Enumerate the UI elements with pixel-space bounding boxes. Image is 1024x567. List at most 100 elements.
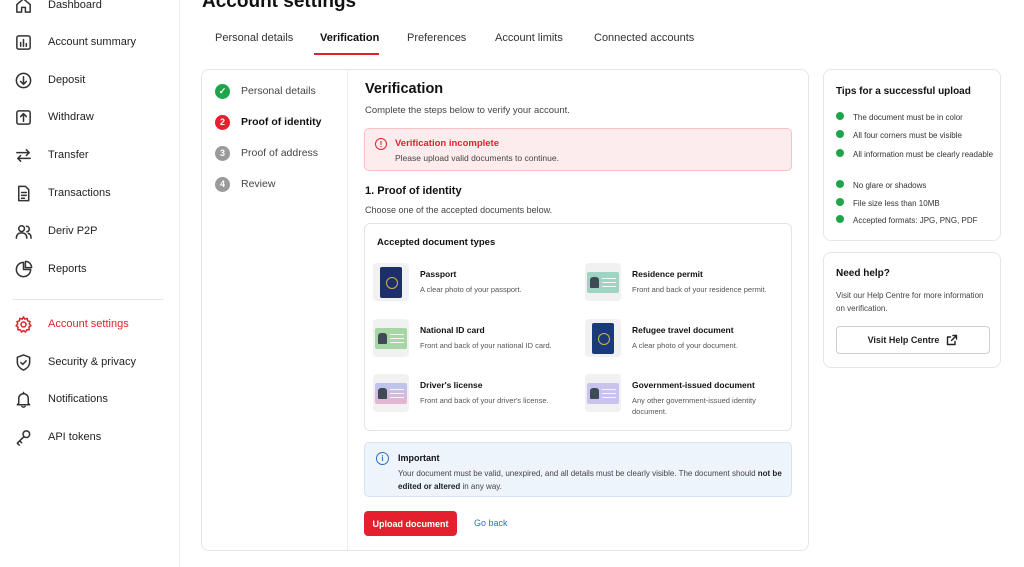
alert-message: Please upload valid documents to continu…	[395, 153, 559, 163]
check-icon	[836, 149, 844, 157]
alert-title: Verification incomplete	[395, 138, 499, 149]
verification-title: Verification	[365, 81, 444, 97]
document-description: A clear photo of your document.	[632, 341, 738, 350]
important-text-end: in any way.	[460, 482, 502, 491]
gear-icon	[13, 314, 33, 334]
sidebar-item-security-privacy[interactable]: Security & privacy	[0, 347, 180, 377]
step-review[interactable]: 4 Review	[215, 175, 275, 193]
sidebar-item-account-summary[interactable]: Account summary	[0, 27, 180, 57]
sidebar-item-label: Transfer	[48, 149, 89, 161]
tip-text: The document must be in color	[853, 113, 963, 122]
verification-card: ✓ Personal details 2 Proof of identity 3…	[201, 69, 809, 551]
document-description: Any other government-issued identity doc…	[632, 396, 756, 416]
document-option-national-id[interactable]: National ID card Front and back of your …	[365, 319, 570, 363]
visit-help-centre-button[interactable]: Visit Help Centre	[836, 326, 990, 354]
step-number: 3	[215, 145, 230, 161]
upload-tips-card: Tips for a successful upload The documen…	[823, 69, 1001, 241]
step-proof-of-identity[interactable]: 2 Proof of identity	[215, 113, 322, 131]
step-label: Personal details	[241, 85, 316, 97]
sidebar-item-transfer[interactable]: Transfer	[0, 140, 180, 170]
document-description: Front and back of your residence permit.	[632, 285, 767, 294]
go-back-link[interactable]: Go back	[474, 518, 508, 528]
step-label: Review	[241, 178, 276, 190]
sidebar-item-dashboard[interactable]: Dashboard	[0, 0, 180, 20]
step-label: Proof of identity	[241, 116, 322, 128]
check-icon	[836, 215, 844, 223]
document-icon	[13, 183, 33, 203]
sidebar-item-deriv-p2p[interactable]: Deriv P2P	[0, 216, 180, 246]
tips-title: Tips for a successful upload	[836, 86, 971, 97]
sidebar-item-label: Security & privacy	[48, 356, 137, 368]
tip-text: Accepted formats: JPG, PNG, PDF	[853, 216, 978, 225]
important-title: Important	[398, 453, 440, 463]
passport-icon	[373, 263, 409, 301]
sidebar-item-account-settings[interactable]: Account settings	[0, 309, 180, 339]
sidebar-item-label: Account settings	[48, 318, 129, 330]
step-personal-details[interactable]: ✓ Personal details	[215, 82, 316, 100]
sidebar-item-reports[interactable]: Reports	[0, 254, 180, 284]
step-number: 4	[215, 176, 230, 192]
step-proof-of-address[interactable]: 3 Proof of address	[215, 144, 318, 162]
tab-verification[interactable]: Verification	[320, 26, 379, 56]
document-name: National ID card	[420, 325, 485, 335]
important-notice: i Important Your document must be valid,…	[364, 442, 792, 497]
tab-personal-details[interactable]: Personal details	[215, 26, 293, 56]
document-name: Residence permit	[632, 269, 703, 279]
info-icon: i	[376, 452, 389, 465]
document-description: Front and back of your driver's license.	[420, 396, 549, 405]
check-icon	[836, 130, 844, 138]
section-subtitle: Choose one of the accepted documents bel…	[365, 205, 553, 215]
sidebar-item-withdraw[interactable]: Withdraw	[0, 102, 180, 132]
active-tab-indicator	[314, 53, 379, 55]
document-name: Refugee travel document	[632, 325, 734, 335]
users-icon	[13, 221, 33, 241]
document-description: A clear photo of your passport.	[420, 285, 522, 294]
sidebar-item-label: Account summary	[48, 36, 137, 48]
sidebar: Dashboard Account summary Deposit Withdr…	[0, 0, 180, 567]
tab-account-limits[interactable]: Account limits	[495, 26, 563, 56]
important-message: Your document must be valid, unexpired, …	[398, 467, 783, 493]
check-icon: ✓	[215, 83, 230, 99]
document-option-refugee-travel[interactable]: Refugee travel document A clear photo of…	[577, 319, 782, 363]
sidebar-item-label: Transactions	[48, 187, 111, 199]
tab-connected-accounts[interactable]: Connected accounts	[594, 26, 694, 56]
important-text: Your document must be valid, unexpired, …	[398, 469, 758, 478]
chart-icon	[13, 32, 33, 52]
document-description: Front and back of your national ID card.	[420, 341, 552, 350]
verification-subtitle: Complete the steps below to verify your …	[365, 105, 570, 116]
drivers-license-icon	[373, 374, 409, 412]
id-card-icon	[373, 319, 409, 357]
withdraw-icon	[13, 107, 33, 127]
document-name: Government-issued document	[632, 380, 755, 390]
verification-steps: ✓ Personal details 2 Proof of identity 3…	[202, 70, 348, 550]
sidebar-item-label: Dashboard	[48, 0, 102, 11]
travel-document-icon	[585, 319, 621, 357]
help-button-label: Visit Help Centre	[867, 335, 940, 345]
pie-chart-icon	[13, 259, 33, 279]
sidebar-item-api-tokens[interactable]: API tokens	[0, 422, 180, 452]
verification-alert: ! Verification incomplete Please upload …	[364, 128, 792, 171]
sidebar-item-label: Withdraw	[48, 111, 94, 123]
step-label: Proof of address	[241, 147, 319, 159]
sidebar-item-deposit[interactable]: Deposit	[0, 65, 180, 95]
document-name: Driver's license	[420, 380, 483, 390]
sidebar-item-notifications[interactable]: Notifications	[0, 384, 180, 414]
document-option-passport[interactable]: Passport A clear photo of your passport.	[365, 263, 570, 307]
sidebar-item-label: Deriv P2P	[48, 225, 98, 237]
tip-text: No glare or shadows	[853, 181, 927, 190]
document-option-drivers-license[interactable]: Driver's license Front and back of your …	[365, 374, 570, 418]
check-icon	[836, 180, 844, 188]
tip-text: All information must be clearly readable	[853, 150, 994, 159]
sidebar-item-transactions[interactable]: Transactions	[0, 178, 180, 208]
page-title: Account settings	[202, 0, 357, 12]
upload-document-button[interactable]: Upload document	[364, 511, 457, 536]
sidebar-divider	[12, 299, 164, 300]
help-title: Need help?	[836, 268, 890, 279]
tip-text: File size less than 10MB	[853, 199, 940, 208]
help-card: Need help? Visit our Help Centre for mor…	[823, 252, 1001, 368]
document-option-residence-permit[interactable]: Residence permit Front and back of your …	[577, 263, 782, 307]
document-option-government-issued[interactable]: Government-issued document Any other gov…	[577, 374, 782, 418]
tab-preferences[interactable]: Preferences	[407, 26, 466, 56]
sidebar-item-label: Reports	[48, 263, 87, 275]
tip-text: All four corners must be visible	[853, 131, 962, 140]
